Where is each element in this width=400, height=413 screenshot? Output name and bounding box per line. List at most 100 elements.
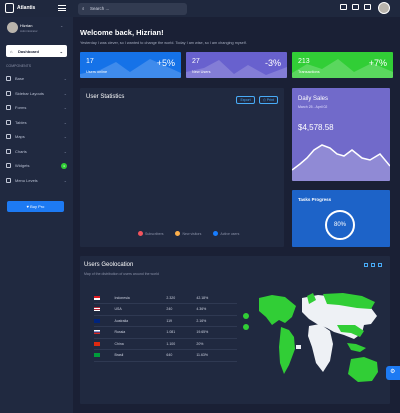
- sidebar-item-maps[interactable]: Maps ⌄: [6, 132, 67, 141]
- top-navigation: Atlantis ⌕ Search ...: [0, 0, 400, 17]
- country-percent: 19.65%: [196, 326, 237, 339]
- profile-avatar[interactable]: [7, 22, 18, 33]
- buy-pro-label: Buy Pro: [30, 204, 45, 209]
- chart-icon: [6, 149, 11, 154]
- legend-label: New visitors: [182, 231, 202, 236]
- legend-active-users-dot: [213, 231, 219, 236]
- russia-flag-icon: [94, 330, 100, 335]
- sidebar-item-base[interactable]: Base ⌄: [6, 74, 67, 83]
- chevron-down-icon: ⌄: [63, 178, 67, 183]
- chevron-down-icon: ⌄: [63, 91, 67, 96]
- country-percent: 42.18%: [196, 292, 237, 304]
- layers-icon: [6, 76, 11, 81]
- tasks-title: Tasks Progress: [298, 197, 332, 202]
- daily-sales-title: Daily Sales: [298, 96, 329, 102]
- sidebar-item-sidebar-layouts[interactable]: Sidebar Layouts ⌄: [6, 89, 67, 98]
- chart-legend: Subscribers New visitors Active users: [138, 231, 239, 236]
- sidebar-item-dashboard[interactable]: ⌂ Dashboard ⌄: [6, 45, 67, 57]
- message-icon[interactable]: [340, 4, 347, 10]
- country-users: 1.081: [166, 326, 197, 339]
- kpi-label: New Users: [192, 70, 211, 74]
- form-icon: [6, 105, 11, 110]
- heart-icon: ♥: [26, 204, 29, 209]
- users-geolocation-card: Users Geolocation Map of the distributio…: [80, 256, 390, 404]
- menu-icon: [6, 178, 11, 183]
- export-button[interactable]: Export: [236, 96, 255, 104]
- australia-flag-icon: [94, 318, 100, 323]
- table-icon: [6, 120, 11, 125]
- buy-pro-button[interactable]: ♥ Buy Pro: [7, 201, 64, 212]
- kpi-label: Users online: [86, 70, 108, 74]
- country-percent: 20%: [196, 338, 237, 350]
- country-percent: 2.16%: [196, 315, 237, 327]
- country-name: USA: [114, 303, 167, 316]
- notification-icon[interactable]: [352, 4, 359, 10]
- country-users: 640: [166, 349, 197, 362]
- print-button[interactable]: ⎙ Print: [259, 96, 278, 104]
- print-label: Print: [266, 98, 274, 102]
- sidebar-item-forms[interactable]: Forms ⌄: [6, 103, 67, 112]
- country-percent: 4.36%: [196, 303, 237, 316]
- home-icon: ⌂: [10, 49, 13, 54]
- sidebar-item-tables[interactable]: Tables ⌄: [6, 118, 67, 127]
- kpi-label: Transactions: [298, 70, 320, 74]
- sidebar-item-label: Menu Levels: [15, 178, 38, 183]
- world-map[interactable]: [239, 281, 384, 396]
- legend-item: Active users: [213, 231, 239, 236]
- app-name: Atlantis: [17, 5, 36, 11]
- map-pin-icon: [6, 134, 11, 139]
- sidebar-item-label: Sidebar Layouts: [15, 91, 44, 96]
- sidebar-item-widgets[interactable]: Widgets 4: [6, 161, 67, 170]
- country-users: 119: [166, 315, 197, 327]
- country-name: Russia: [114, 326, 167, 339]
- card-title: Users Geolocation: [84, 262, 134, 268]
- search-icon: ⌕: [82, 6, 85, 11]
- country-users: 240: [166, 303, 197, 316]
- profile-role: Administrator: [20, 29, 38, 33]
- chevron-down-icon: ⌄: [63, 149, 67, 154]
- top-icons: [340, 4, 371, 10]
- geo-actions: [364, 263, 382, 267]
- profile-dropdown-icon[interactable]: ⌄: [60, 23, 63, 28]
- legend-subscribers-dot: [138, 231, 143, 236]
- indonesia-flag-icon: [94, 295, 100, 300]
- legend-new-visitors-dot: [175, 231, 181, 236]
- settings-floating-button[interactable]: ⚙: [386, 366, 400, 380]
- logo-icon: [5, 3, 14, 13]
- geolocation-table: Indonesia 2.320 42.18% USA 240 4.36% Austral…: [94, 292, 237, 362]
- menu-toggle-icon[interactable]: [58, 5, 66, 11]
- country-users: 1.100: [166, 338, 197, 350]
- user-statistics-card: User Statistics Export ⎙ Print Subscribe…: [80, 88, 284, 247]
- chevron-down-icon: ⌄: [63, 76, 67, 81]
- close-icon[interactable]: [378, 263, 382, 267]
- sidebar-item-label: Charts: [15, 149, 27, 154]
- progress-ring: 80%: [325, 210, 355, 240]
- app-logo[interactable]: Atlantis: [5, 3, 35, 13]
- table-row: China 1.100 20%: [94, 338, 237, 350]
- page-subtitle: Yesterday I was clever, so I wanted to c…: [80, 41, 247, 45]
- kpi-value: 213: [298, 58, 310, 65]
- minimize-icon[interactable]: [364, 263, 368, 267]
- sidebar-item-charts[interactable]: Charts ⌄: [6, 147, 67, 156]
- kpi-new-users: 27 New Users -3%: [186, 52, 287, 78]
- user-avatar[interactable]: [378, 2, 390, 14]
- card-subtitle: Map of the distribution of users around …: [84, 272, 159, 276]
- map-zoom-in-icon[interactable]: [243, 313, 249, 319]
- sidebar: Hizrian Administrator ⌄ ⌂ Dashboard ⌄ CO…: [0, 17, 73, 413]
- tasks-progress-card: Tasks Progress 80%: [292, 190, 390, 247]
- sidebar-item-label: Tables: [15, 120, 27, 125]
- country-name: Brasil: [114, 349, 167, 362]
- table-row: Russia 1.081 19.65%: [94, 326, 237, 339]
- sidebar-item-menu-levels[interactable]: Menu Levels ⌄: [6, 176, 67, 185]
- layers-icon[interactable]: [364, 4, 371, 10]
- refresh-icon[interactable]: [371, 263, 375, 267]
- chevron-down-icon: ⌄: [59, 49, 63, 54]
- table-row: Australia 119 2.16%: [94, 315, 237, 327]
- search-input[interactable]: ⌕ Search ...: [78, 3, 187, 15]
- sidebar-item-label: Maps: [15, 134, 25, 139]
- daily-sales-card: Daily Sales March 25 - April 02 $4,578.5…: [292, 88, 390, 181]
- kpi-percent: +5%: [156, 58, 175, 68]
- daily-sales-date: March 25 - April 02: [298, 105, 328, 109]
- kpi-percent: +7%: [368, 58, 387, 68]
- map-zoom-out-icon[interactable]: [243, 324, 249, 330]
